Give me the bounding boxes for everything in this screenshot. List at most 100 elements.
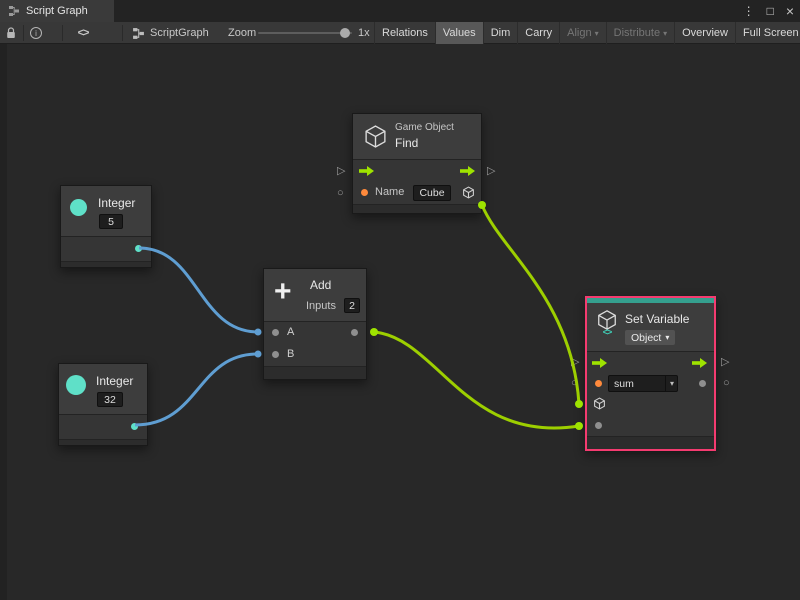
node-integer-32[interactable]: Integer 32 — [58, 363, 148, 446]
info-icon: i — [30, 27, 42, 39]
flow-in-port[interactable]: ▷ — [571, 356, 579, 368]
code-icon: <> — [78, 27, 89, 39]
integer-icon — [70, 199, 87, 216]
port-b-label: B — [287, 348, 294, 360]
chevron-down-icon: ▾ — [665, 333, 669, 342]
node-add[interactable]: + Add Inputs 2 A B — [263, 268, 367, 380]
value-output-port[interactable] — [699, 380, 706, 387]
tab-title: Script Graph — [26, 5, 88, 17]
chevron-down-icon: ▾ — [665, 376, 674, 391]
input-port-b[interactable] — [272, 351, 279, 358]
node-footer — [353, 204, 481, 213]
node-find[interactable]: Game Object Find Name Cube — [352, 113, 482, 214]
variable-name-dropdown[interactable]: sum ▾ — [608, 375, 678, 392]
inputs-label: Inputs — [306, 300, 336, 312]
node-ports: sum ▾ — [587, 352, 714, 436]
variable-name-port[interactable] — [595, 380, 602, 387]
set-variable-icon: <> — [595, 309, 619, 336]
integer-icon — [66, 375, 86, 395]
distribute-button[interactable]: Distribute ▾ — [606, 22, 674, 44]
zoom-slider-handle[interactable] — [340, 28, 350, 38]
node-ports: Name Cube — [353, 160, 481, 204]
window-tab[interactable]: Script Graph — [0, 0, 114, 22]
output-port[interactable] — [131, 423, 138, 430]
data-out-port[interactable]: ○ — [723, 377, 730, 389]
node-integer-5[interactable]: Integer 5 — [60, 185, 152, 268]
window-controls: ⋮ □ × — [743, 0, 794, 22]
toolbar-buttons: Relations Values Dim Carry Align ▾ Distr… — [374, 22, 800, 44]
node-footer — [59, 439, 147, 445]
zoom-value: 1x — [358, 22, 370, 44]
flow-out-arrow-icon[interactable] — [692, 358, 707, 368]
inspect-button[interactable]: i — [28, 22, 44, 44]
node-header: <> Set Variable Object ▾ — [587, 303, 714, 352]
node-title: Set Variable — [625, 312, 689, 326]
toolbar-separator — [122, 25, 123, 41]
inputs-count-field[interactable]: 2 — [344, 298, 360, 313]
align-button[interactable]: Align ▾ — [559, 22, 605, 44]
flow-in-port[interactable]: ▷ — [337, 165, 345, 177]
integer-value-field[interactable]: 32 — [97, 392, 123, 407]
zoom-slider-track[interactable] — [258, 32, 352, 34]
node-ports: A B — [264, 322, 366, 366]
lock-button[interactable] — [3, 22, 19, 44]
flow-out-port[interactable]: ▷ — [487, 165, 495, 177]
flow-out-port[interactable]: ▷ — [721, 356, 729, 368]
script-graph-tab-icon — [8, 5, 20, 17]
flow-out-arrow-icon[interactable] — [460, 166, 475, 176]
graph-asset-icon — [132, 27, 145, 40]
flow-in-arrow-icon[interactable] — [592, 358, 607, 368]
fullscreen-button[interactable]: Full Screen — [735, 22, 800, 44]
toolbar-separator — [62, 25, 63, 41]
node-footer — [587, 436, 714, 449]
close-icon[interactable]: × — [786, 3, 794, 19]
node-header: + Add Inputs 2 — [264, 269, 366, 322]
node-title: Add — [310, 278, 331, 292]
lock-icon — [6, 27, 16, 39]
zoom-label: Zoom — [228, 22, 256, 44]
variable-scope-dropdown[interactable]: Object ▾ — [625, 330, 675, 345]
input-port-a[interactable] — [272, 329, 279, 336]
node-title: Integer — [96, 374, 133, 388]
plus-icon: + — [274, 277, 292, 307]
name-input-port[interactable] — [361, 189, 368, 196]
carry-button[interactable]: Carry — [517, 22, 559, 44]
name-value-field[interactable]: Cube — [413, 185, 451, 201]
values-button[interactable]: Values — [435, 22, 483, 44]
value-input-port[interactable] — [595, 422, 602, 429]
flow-in-arrow-icon[interactable] — [359, 166, 374, 176]
node-title: Find — [395, 136, 418, 150]
window-menu-icon[interactable]: ⋮ — [743, 4, 755, 18]
chevron-down-icon: ▾ — [663, 29, 667, 38]
node-category: Game Object — [395, 122, 454, 133]
toolbar-separator — [23, 25, 24, 41]
titlebar: Script Graph ⋮ □ × — [0, 0, 800, 22]
name-label: Name — [375, 186, 404, 198]
node-header: Game Object Find — [353, 114, 481, 160]
output-port[interactable] — [351, 329, 358, 336]
relations-button[interactable]: Relations — [374, 22, 435, 44]
data-in-port[interactable]: ○ — [337, 187, 344, 199]
chevron-down-icon: ▾ — [595, 29, 599, 38]
node-footer — [61, 261, 151, 267]
game-object-cube-icon — [363, 124, 388, 154]
node-header: Integer 5 — [61, 186, 151, 237]
game-object-output-port[interactable] — [462, 186, 475, 204]
output-port[interactable] — [135, 245, 142, 252]
canvas-left-edge — [0, 44, 7, 600]
node-title: Integer — [98, 196, 135, 210]
data-in-port[interactable]: ○ — [571, 377, 578, 389]
edit-source-button[interactable]: <> — [70, 22, 96, 44]
graph-breadcrumb[interactable]: ScriptGraph — [132, 22, 209, 44]
node-footer — [264, 366, 366, 379]
node-ports — [61, 237, 151, 261]
maximize-icon[interactable]: □ — [767, 4, 774, 18]
unity-graph-window: Script Graph ⋮ □ × i <> — [0, 0, 800, 600]
integer-value-field[interactable]: 5 — [99, 214, 123, 229]
overview-button[interactable]: Overview — [674, 22, 735, 44]
object-input-port[interactable] — [593, 397, 606, 415]
graph-name-label: ScriptGraph — [150, 27, 209, 39]
node-ports — [59, 415, 147, 439]
node-set-variable[interactable]: <> Set Variable Object ▾ sum ▾ — [585, 296, 716, 451]
dim-button[interactable]: Dim — [483, 22, 518, 44]
